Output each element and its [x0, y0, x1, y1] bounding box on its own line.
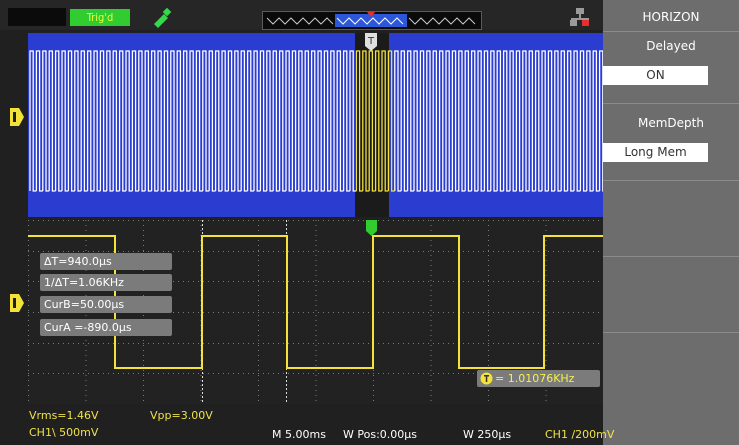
- menu-divider: [603, 180, 739, 181]
- ch1-zoom-ground-marker[interactable]: [10, 294, 24, 312]
- delayed-option-value[interactable]: ON: [603, 66, 708, 85]
- ch1-scale-readout: CH1\ 500mV: [29, 426, 99, 439]
- menu-header: HORIZON: [642, 10, 700, 24]
- trigger-position-marker: T: [365, 33, 377, 51]
- trigger-status-badge: Trig'd: [70, 9, 130, 26]
- window-timebase-readout: W 250μs: [463, 428, 512, 441]
- inverse-delta-t-readout: 1/ΔT=1.06KHz: [40, 274, 172, 291]
- probe-icon: [154, 7, 172, 28]
- menu-divider: [603, 332, 739, 333]
- horizontal-menu-panel: HORIZON Delayed ON MemDepth Long Mem: [603, 0, 739, 445]
- frequency-readout: = 1.01076KHz: [495, 372, 575, 385]
- cursor-a-readout: CurA =-890.0μs: [40, 319, 172, 336]
- zoom-trigger-marker: [366, 220, 377, 236]
- cursor-b-readout: CurB=50.00μs: [40, 296, 172, 313]
- menu-divider: [603, 256, 739, 257]
- ch1-ground-marker[interactable]: [10, 108, 24, 126]
- memory-overview-bar: [262, 11, 482, 30]
- network-icon: [570, 8, 589, 26]
- trigger-marker-label: T: [367, 36, 375, 47]
- delayed-option-label[interactable]: Delayed: [603, 39, 739, 53]
- trigger-level-readout: CH1 /200mV: [545, 428, 615, 441]
- oscilloscope-screen: Trig'd HORIZON Delayed ON MemDepth Long …: [0, 0, 739, 445]
- memdepth-option-label[interactable]: MemDepth: [603, 116, 739, 130]
- delta-t-readout: ΔT=940.0μs: [40, 253, 172, 270]
- run-state-indicator: [8, 8, 66, 26]
- vrms-measurement: Vrms=1.46V: [29, 409, 99, 422]
- main-waveform-trace: [29, 50, 603, 192]
- menu-divider: [603, 31, 739, 32]
- window-position-readout: W Pos:0.00μs: [343, 428, 418, 441]
- vpp-measurement: Vpp=3.00V: [150, 409, 213, 422]
- trigger-source-icon: [480, 372, 493, 385]
- main-timebase-readout: M 5.00ms: [272, 428, 326, 441]
- memdepth-option-value[interactable]: Long Mem: [603, 143, 708, 162]
- menu-divider: [603, 103, 739, 104]
